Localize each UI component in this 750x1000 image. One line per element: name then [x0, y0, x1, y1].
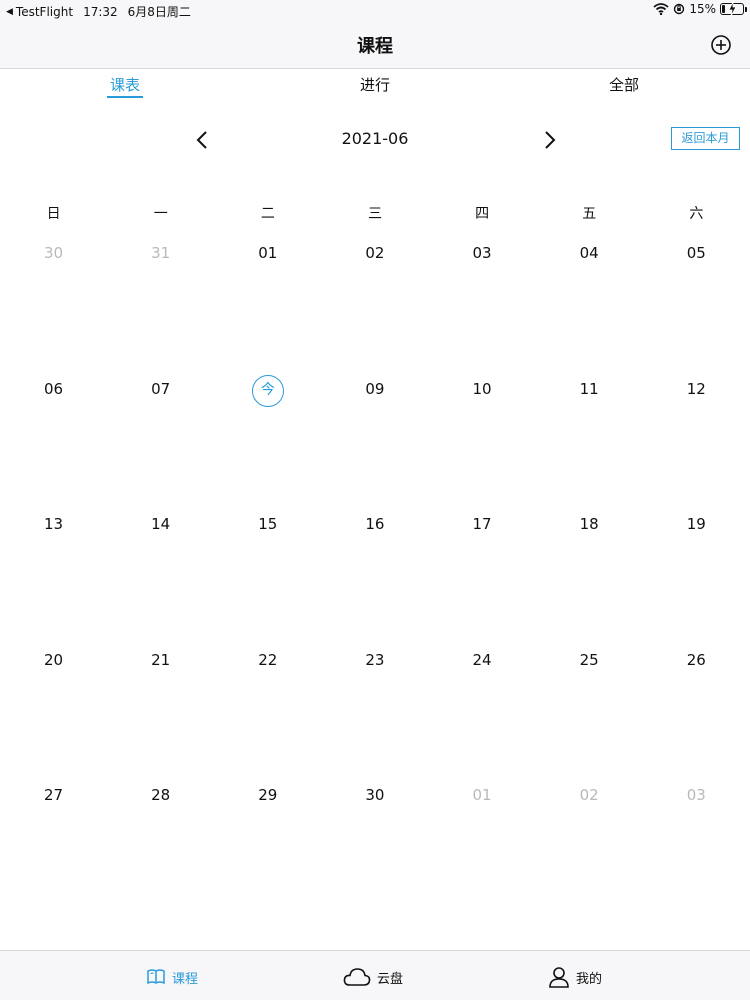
battery-icon: [720, 2, 747, 16]
calendar-day[interactable]: 11: [536, 379, 643, 403]
calendar-day[interactable]: 07: [107, 379, 214, 403]
calendar-day[interactable]: 09: [321, 379, 428, 403]
page-title: 课程: [357, 36, 393, 57]
calendar-day[interactable]: 02: [321, 243, 428, 267]
tab-schedule[interactable]: 课表: [95, 74, 155, 95]
calendar-week-row: 20 21 22 23 24 25 26: [0, 650, 750, 786]
navigation-bar: 课程: [0, 20, 750, 69]
status-right: 15%: [653, 2, 747, 16]
calendar-day[interactable]: 29: [214, 785, 321, 809]
battery-fill: [722, 5, 725, 13]
back-to-current-month-button[interactable]: 返回本月: [671, 127, 740, 150]
calendar-day[interactable]: 26: [643, 650, 750, 674]
active-tab-indicator: [107, 96, 143, 98]
weekday-label: 一: [153, 206, 168, 222]
calendar-day[interactable]: 22: [214, 650, 321, 674]
person-icon: [549, 967, 569, 988]
calendar-day[interactable]: 24: [429, 650, 536, 674]
chevron-right-icon[interactable]: [539, 129, 559, 151]
tabbar-label: 云盘: [377, 971, 404, 987]
tabbar-label: 课程: [172, 971, 199, 987]
calendar-day[interactable]: 14: [107, 514, 214, 538]
today-marker: 今: [251, 374, 284, 407]
calendar-day[interactable]: 02: [536, 785, 643, 809]
status-time: 17:32: [83, 4, 118, 19]
calendar-day[interactable]: 15: [214, 514, 321, 538]
calendar-week-row: 30 31 01 02 03 04 05: [0, 243, 750, 379]
current-month-label: 2021-06: [341, 129, 409, 148]
calendar-day[interactable]: 03: [643, 785, 750, 809]
calendar-day[interactable]: 30: [321, 785, 428, 809]
battery-percent: 15%: [689, 2, 716, 16]
charging-bolt-icon: [728, 2, 737, 16]
calendar-day[interactable]: 06: [0, 379, 107, 403]
calendar-day[interactable]: 27: [0, 785, 107, 809]
tabbar-item-course[interactable]: 课程: [146, 965, 198, 989]
tabbar-item-me[interactable]: 我的: [548, 965, 602, 989]
status-date: 6月8日周二: [127, 5, 191, 19]
calendar-day[interactable]: 31: [107, 243, 214, 267]
calendar-day[interactable]: 30: [0, 243, 107, 267]
tabbar-item-cloud[interactable]: 云盘: [343, 965, 403, 989]
weekday-label: 五: [582, 206, 597, 222]
weekday-header: 日一二三四五六: [0, 203, 750, 223]
wifi-icon: [653, 3, 669, 15]
calendar-day[interactable]: 05: [643, 243, 750, 267]
weekday-label: 六: [689, 206, 704, 222]
segment-tabs: 课表 进行 全部: [0, 70, 750, 100]
tab-all[interactable]: 全部: [594, 74, 654, 95]
calendar-day[interactable]: 21: [107, 650, 214, 674]
weekday-label: 二: [260, 206, 275, 222]
calendar-week-row: 27 28 29 30 01 02 03: [0, 785, 750, 921]
tabbar-label: 我的: [576, 971, 603, 987]
calendar-day[interactable]: 12: [643, 379, 750, 403]
plus-circle-icon[interactable]: [710, 34, 732, 56]
calendar-day[interactable]: 10: [429, 379, 536, 403]
calendar-day[interactable]: 23: [321, 650, 428, 674]
status-left: ◀ TestFlight 17:32 6月8日周二: [6, 3, 191, 20]
calendar-day[interactable]: 04: [536, 243, 643, 267]
calendar-day-today[interactable]: 今: [214, 374, 321, 407]
calendar-day[interactable]: 25: [536, 650, 643, 674]
calendar-day[interactable]: 01: [214, 243, 321, 267]
weekday-label: 四: [475, 206, 490, 222]
back-app-label[interactable]: TestFlight: [16, 5, 73, 19]
calendar-day[interactable]: 17: [429, 514, 536, 538]
calendar-day[interactable]: 28: [107, 785, 214, 809]
calendar-week-row: 13 14 15 16 17 18 19: [0, 514, 750, 650]
calendar-day[interactable]: 20: [0, 650, 107, 674]
calendar-day[interactable]: 19: [643, 514, 750, 538]
orientation-lock-icon: [674, 3, 685, 15]
tab-in-progress[interactable]: 进行: [345, 74, 405, 95]
calendar-day[interactable]: 16: [321, 514, 428, 538]
month-navigator: 2021-06 返回本月: [0, 125, 750, 155]
weekday-label: 日: [46, 206, 61, 222]
calendar-day[interactable]: 03: [429, 243, 536, 267]
bottom-tab-bar: 课程 云盘 我的: [0, 950, 750, 1000]
book-icon: [147, 969, 165, 985]
calendar-day[interactable]: 18: [536, 514, 643, 538]
calendar-day[interactable]: 01: [429, 785, 536, 809]
weekday-label: 三: [367, 206, 382, 222]
calendar-day[interactable]: 13: [0, 514, 107, 538]
back-arrow-icon[interactable]: ◀: [6, 7, 13, 17]
cloud-icon: [343, 968, 371, 986]
calendar-grid: 30 31 01 02 03 04 05 06 07 今 09 10 11 12 13 14 15 16 17 18 1…: [0, 243, 750, 921]
calendar-week-row: 06 07 今 09 10 11 12: [0, 374, 750, 515]
status-bar: ◀ TestFlight 17:32 6月8日周二 15%: [0, 0, 750, 20]
